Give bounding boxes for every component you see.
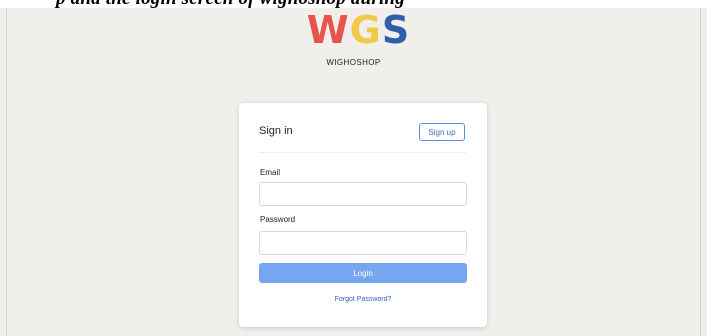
brand-name: WIGHOSHOP xyxy=(326,58,381,67)
brand-header: WGS xyxy=(0,8,707,52)
logo-letter-s: S xyxy=(381,8,411,52)
password-label: Password xyxy=(260,215,296,224)
login-button[interactable]: Login xyxy=(259,263,467,283)
forgot-password-link[interactable]: Forgot Password? xyxy=(239,296,487,303)
password-input[interactable] xyxy=(259,231,467,255)
logo-letter-g: G xyxy=(349,8,382,52)
wgs-logo: WGS xyxy=(307,8,411,52)
signin-title: Sign in xyxy=(259,125,293,137)
page-background: p and the login screen of wighoshop duri… xyxy=(0,0,707,336)
logo-letter-w: W xyxy=(306,8,350,52)
email-input[interactable] xyxy=(259,182,467,206)
email-label: Email xyxy=(260,168,281,177)
signin-card: Sign in Sign up Email Password Login For… xyxy=(239,103,487,327)
card-divider xyxy=(259,152,466,153)
caption-text: p and the login screen of wighoshop duri… xyxy=(56,0,405,8)
signup-button[interactable]: Sign up xyxy=(419,123,465,141)
caption-strip: p and the login screen of wighoshop duri… xyxy=(0,0,707,8)
